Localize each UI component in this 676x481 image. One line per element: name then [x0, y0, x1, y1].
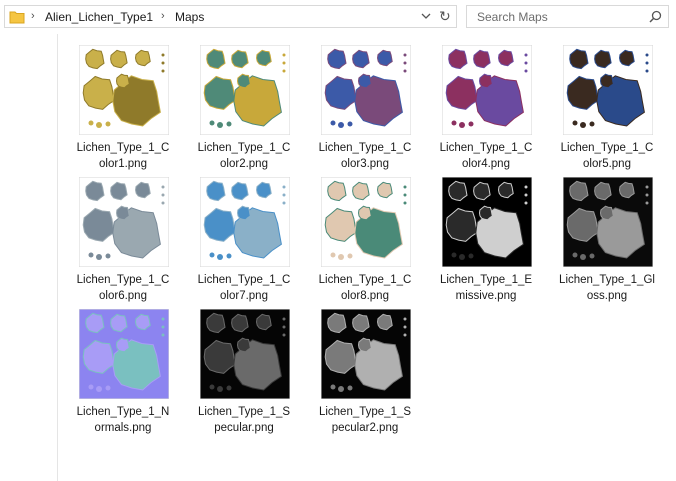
- image-thumbnail-icon[interactable]: [200, 177, 290, 267]
- file-item[interactable]: Lichen_Type_1_S pecular2.png: [315, 309, 415, 439]
- file-item[interactable]: Lichen_Type_1_C olor2.png: [194, 45, 294, 175]
- file-name-line1: Lichen_Type_1_C: [76, 142, 170, 154]
- image-thumbnail-icon[interactable]: [563, 45, 653, 135]
- file-name-label: Lichen_Type_1_C olor6.png: [73, 272, 173, 304]
- file-name-label: Lichen_Type_1_E missive.png: [436, 272, 536, 304]
- file-name-line2: olor7.png: [220, 290, 268, 302]
- file-name-label: Lichen_Type_1_N ormals.png: [73, 404, 173, 436]
- file-name-line2: olor6.png: [99, 290, 147, 302]
- file-item[interactable]: Lichen_Type_1_C olor3.png: [315, 45, 415, 175]
- address-bar[interactable]: › Alien_Lichen_Type1 › Maps ↻: [4, 5, 457, 28]
- file-name-line2: olor1.png: [99, 158, 147, 170]
- file-name-line1: Lichen_Type_1_C: [318, 274, 412, 286]
- file-name-line2: pecular.png: [214, 422, 274, 434]
- file-name-line1: Lichen_Type_1_N: [76, 406, 170, 418]
- file-item[interactable]: Lichen_Type_1_Gl oss.png: [557, 177, 657, 307]
- file-name-line2: ormals.png: [94, 422, 152, 434]
- breadcrumb-item-parent[interactable]: Alien_Lichen_Type1: [45, 10, 153, 24]
- file-name-label: Lichen_Type_1_C olor5.png: [557, 140, 657, 172]
- search-box[interactable]: Search Maps: [466, 5, 669, 28]
- search-icon[interactable]: [649, 10, 662, 28]
- file-item[interactable]: Lichen_Type_1_E missive.png: [436, 177, 536, 307]
- image-thumbnail-icon[interactable]: [563, 177, 653, 267]
- breadcrumb-item-current[interactable]: Maps: [175, 10, 204, 24]
- file-name-label: Lichen_Type_1_C olor7.png: [194, 272, 294, 304]
- navigation-pane: [0, 34, 58, 481]
- image-thumbnail-icon[interactable]: [321, 309, 411, 399]
- file-name-line1: Lichen_Type_1_C: [318, 142, 412, 154]
- file-item[interactable]: Lichen_Type_1_C olor1.png: [73, 45, 173, 175]
- file-name-label: Lichen_Type_1_S pecular2.png: [315, 404, 415, 436]
- image-thumbnail-icon[interactable]: [200, 309, 290, 399]
- image-thumbnail-icon[interactable]: [79, 309, 169, 399]
- file-name-label: Lichen_Type_1_C olor2.png: [194, 140, 294, 172]
- file-item[interactable]: Lichen_Type_1_C olor5.png: [557, 45, 657, 175]
- file-name-line1: Lichen_Type_1_Gl: [559, 274, 655, 286]
- file-name-label: Lichen_Type_1_C olor3.png: [315, 140, 415, 172]
- file-name-line1: Lichen_Type_1_C: [439, 142, 533, 154]
- file-name-line1: Lichen_Type_1_C: [76, 274, 170, 286]
- file-item[interactable]: Lichen_Type_1_C olor6.png: [73, 177, 173, 307]
- chevron-right-icon[interactable]: ›: [161, 10, 165, 22]
- file-item[interactable]: Lichen_Type_1_C olor8.png: [315, 177, 415, 307]
- file-item[interactable]: Lichen_Type_1_N ormals.png: [73, 309, 173, 439]
- file-name-label: Lichen_Type_1_C olor4.png: [436, 140, 536, 172]
- file-name-line1: Lichen_Type_1_S: [197, 406, 291, 418]
- folder-icon: [9, 10, 25, 29]
- file-name-line2: olor4.png: [462, 158, 510, 170]
- file-name-label: Lichen_Type_1_S pecular.png: [194, 404, 294, 436]
- file-name-line1: Lichen_Type_1_C: [197, 142, 291, 154]
- file-name-line1: Lichen_Type_1_S: [318, 406, 412, 418]
- image-thumbnail-icon[interactable]: [79, 177, 169, 267]
- image-thumbnail-icon[interactable]: [442, 45, 532, 135]
- file-name-line1: Lichen_Type_1_C: [560, 142, 654, 154]
- file-name-label: Lichen_Type_1_Gl oss.png: [557, 272, 657, 304]
- file-item[interactable]: Lichen_Type_1_C olor7.png: [194, 177, 294, 307]
- file-name-label: Lichen_Type_1_C olor1.png: [73, 140, 173, 172]
- search-placeholder: Search Maps: [477, 10, 548, 24]
- file-name-line2: olor5.png: [583, 158, 631, 170]
- file-name-line2: olor8.png: [341, 290, 389, 302]
- file-name-line2: olor3.png: [341, 158, 389, 170]
- file-name-line2: olor2.png: [220, 158, 268, 170]
- chevron-right-icon[interactable]: ›: [31, 10, 35, 22]
- file-name-line1: Lichen_Type_1_E: [439, 274, 533, 286]
- refresh-icon[interactable]: ↻: [439, 8, 451, 25]
- file-item[interactable]: Lichen_Type_1_S pecular.png: [194, 309, 294, 439]
- image-thumbnail-icon[interactable]: [79, 45, 169, 135]
- image-thumbnail-icon[interactable]: [200, 45, 290, 135]
- image-thumbnail-icon[interactable]: [442, 177, 532, 267]
- file-name-line2: pecular2.png: [331, 422, 399, 434]
- file-name-label: Lichen_Type_1_C olor8.png: [315, 272, 415, 304]
- file-item[interactable]: Lichen_Type_1_C olor4.png: [436, 45, 536, 175]
- file-name-line1: Lichen_Type_1_C: [197, 274, 291, 286]
- file-name-line2: oss.png: [586, 290, 628, 302]
- file-name-line2: missive.png: [455, 290, 517, 302]
- image-thumbnail-icon[interactable]: [321, 45, 411, 135]
- image-thumbnail-icon[interactable]: [321, 177, 411, 267]
- chevron-down-icon[interactable]: [420, 9, 432, 28]
- explorer-toolbar: › Alien_Lichen_Type1 › Maps ↻ Search Map…: [0, 0, 676, 34]
